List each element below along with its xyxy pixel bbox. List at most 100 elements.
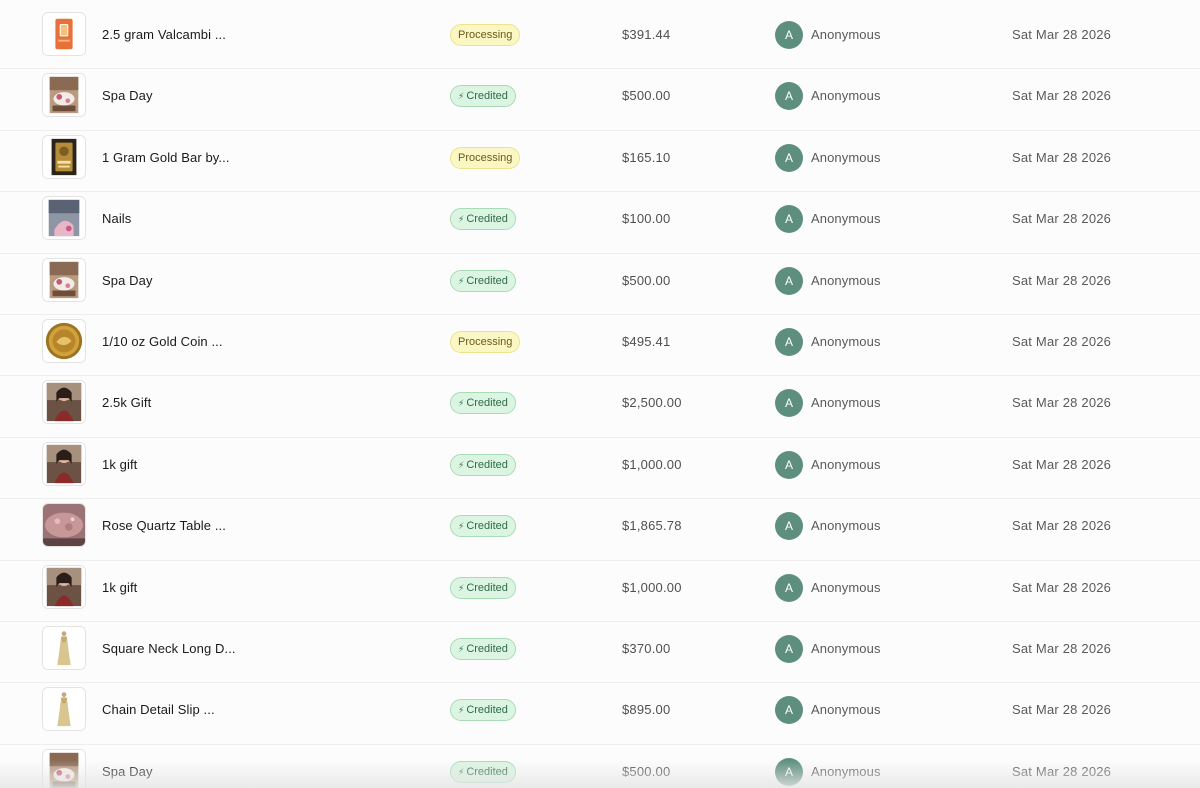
amount: $100.00 [622, 211, 671, 227]
portrait-photo-icon[interactable] [42, 564, 86, 609]
avatar: A [775, 143, 803, 172]
product-name[interactable]: Rose Quartz Table ... [102, 518, 226, 533]
date: Sat Mar 28 2026 [1012, 641, 1112, 656]
table-row[interactable]: Nails ⚡︎ Credited $100.00 A Anonymous Sat Mar … [0, 192, 1200, 254]
table-row[interactable]: Spa Day ⚡︎ Credited $500.00 A Anonymous Sat Ma… [0, 69, 1200, 131]
product-name[interactable]: Spa Day [102, 273, 153, 288]
lightning-bolt-icon: ⚡︎ [458, 766, 465, 777]
table-row[interactable]: Rose Quartz Table ... ⚡︎ Credited $1,865.78… [0, 499, 1200, 561]
avatar: A [775, 450, 803, 479]
amount: $500.00 [622, 763, 671, 779]
table-row[interactable]: 1k gift ⚡︎ Credited $1,000.00 A Anonymous Sat … [0, 560, 1200, 622]
user-name: Anonymous [811, 334, 881, 349]
transactions-table: 2.5 gram Valcambi ... Processing $391.44 A A… [0, 0, 1200, 788]
avatar: A [775, 266, 803, 295]
table-row[interactable]: 1/10 oz Gold Coin ... Processing $495.41 A A… [0, 315, 1200, 377]
date: Sat Mar 28 2026 [1012, 334, 1112, 349]
date: Sat Mar 28 2026 [1012, 395, 1112, 411]
avatar: A [775, 21, 803, 49]
lightning-bolt-icon: ⚡︎ [458, 275, 465, 286]
amount: $1,000.00 [622, 456, 682, 472]
table-row[interactable]: 1 Gram Gold Bar by... Processing $165.10 A A… [0, 130, 1200, 193]
spa-photo-icon[interactable] [42, 257, 86, 302]
status-badge: Processing [450, 331, 521, 353]
product-name[interactable]: Spa Day [102, 88, 153, 103]
avatar: A [775, 389, 803, 418]
product-name[interactable]: Nails [102, 211, 131, 226]
product-name[interactable]: Chain Detail Slip ... [102, 702, 215, 717]
gold-coin-icon[interactable] [42, 319, 86, 363]
user-name: Anonymous [811, 149, 881, 165]
spa-photo-icon[interactable] [42, 748, 86, 788]
orange-gold-bar-icon[interactable] [42, 12, 86, 56]
avatar: A [775, 82, 803, 111]
user-name: Anonymous [811, 272, 881, 288]
date: Sat Mar 28 2026 [1012, 149, 1112, 165]
status-badge: ⚡︎ Credited [450, 453, 516, 476]
status-badge: Processing [450, 24, 521, 46]
status-label: Credited [466, 274, 508, 287]
avatar: A [775, 573, 803, 602]
amount: $391.44 [622, 27, 671, 42]
date: Sat Mar 28 2026 [1012, 88, 1112, 104]
table-row[interactable]: 2.5k Gift ⚡︎ Credited $2,500.00 A Anonymous Sa… [0, 376, 1200, 438]
product-name[interactable]: 1/10 oz Gold Coin ... [102, 334, 223, 349]
amount: $1,000.00 [622, 579, 682, 595]
status-label: Credited [466, 90, 508, 103]
status-badge: ⚡︎ Credited [450, 269, 516, 292]
status-label: Credited [466, 397, 508, 410]
status-badge: ⚡︎ Credited [450, 699, 516, 722]
spa-photo-icon[interactable] [42, 73, 86, 118]
portrait-photo-icon[interactable] [42, 441, 86, 486]
table-row[interactable]: Chain Detail Slip ... ⚡︎ Credited $895.00 A A… [0, 683, 1200, 745]
user-name: Anonymous [811, 88, 881, 104]
status-label: Credited [466, 765, 508, 778]
status-label: Processing [458, 151, 513, 164]
table-row[interactable]: 2.5 gram Valcambi ... Processing $391.44 A A… [0, 8, 1200, 70]
amount: $500.00 [622, 88, 671, 104]
date: Sat Mar 28 2026 [1012, 211, 1112, 227]
status-label: Credited [466, 213, 508, 226]
avatar: A [775, 512, 803, 541]
user-name: Anonymous [811, 702, 881, 718]
lightning-bolt-icon: ⚡︎ [458, 644, 465, 654]
portrait-photo-icon[interactable] [42, 380, 86, 425]
date: Sat Mar 28 2026 [1012, 763, 1112, 779]
table-row[interactable]: Square Neck Long D... ⚡︎ Credited $370.00 A A… [0, 622, 1200, 684]
amount: $2,500.00 [622, 395, 682, 411]
lightning-bolt-icon: ⚡︎ [458, 705, 465, 716]
status-badge: ⚡︎ Credited [450, 576, 516, 599]
status-label: Credited [466, 458, 508, 471]
date: Sat Mar 28 2026 [1012, 702, 1112, 718]
product-name[interactable]: 2.5k Gift [102, 395, 151, 410]
table-row[interactable]: Spa Day ⚡︎ Credited $500.00 A Anonymous Sat Ma… [0, 253, 1200, 315]
status-label: Processing [458, 336, 513, 348]
amount: $1,865.78 [622, 518, 682, 534]
status-badge: ⚡︎ Credited [450, 208, 516, 231]
avatar: A [775, 757, 803, 786]
lightning-bolt-icon: ⚡︎ [458, 398, 465, 409]
status-label: Processing [458, 29, 513, 41]
nails-photo-icon[interactable] [42, 196, 86, 241]
status-badge: ⚡︎ Credited [450, 85, 516, 108]
status-badge: ⚡︎ Credited [450, 638, 516, 660]
status-label: Credited [466, 520, 508, 533]
product-name[interactable]: 2.5 gram Valcambi ... [102, 27, 226, 42]
user-name: Anonymous [811, 456, 881, 472]
product-name[interactable]: 1k gift [102, 580, 137, 595]
product-name[interactable]: Square Neck Long D... [102, 641, 236, 656]
quartz-table-icon[interactable] [42, 503, 86, 548]
dress-icon[interactable] [42, 626, 86, 670]
user-name: Anonymous [811, 395, 881, 411]
table-row[interactable]: 1k gift ⚡︎ Credited $1,000.00 A Anonymous Sat … [0, 437, 1200, 500]
status-badge: ⚡︎ Credited [450, 760, 516, 783]
table-row[interactable]: Spa Day ⚡︎ Credited $500.00 A Anonymous Sat Ma… [0, 744, 1200, 788]
date: Sat Mar 28 2026 [1012, 272, 1112, 288]
product-name[interactable]: 1 Gram Gold Bar by... [102, 150, 230, 165]
dress-icon[interactable] [42, 687, 86, 732]
date: Sat Mar 28 2026 [1012, 579, 1112, 595]
product-name[interactable]: 1k gift [102, 457, 137, 472]
amount: $370.00 [622, 641, 671, 656]
gold-bar-icon[interactable] [42, 134, 86, 179]
product-name[interactable]: Spa Day [102, 764, 153, 779]
